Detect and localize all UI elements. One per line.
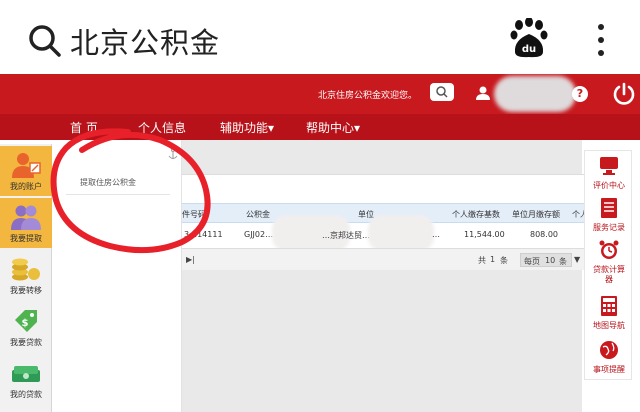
nav-tools[interactable]: 辅助功能▾	[220, 119, 274, 136]
search-bar: 北京公积金 du	[0, 0, 640, 74]
baidu-paw-icon[interactable]: du	[510, 18, 548, 58]
user-icon[interactable]	[476, 86, 490, 100]
table-cell: …	[432, 230, 440, 239]
calculator-icon	[601, 296, 617, 316]
column-header: 公积金	[246, 210, 270, 219]
pager-total-suffix: 条	[500, 256, 508, 265]
table-cell: 3…14111	[184, 230, 223, 239]
toolbar-label: 地图导航	[593, 321, 625, 330]
sidebar-item-transfer[interactable]: 我要转移	[0, 250, 52, 300]
monitor-icon	[600, 157, 618, 175]
submenu-withdraw-fund[interactable]: 提取住房公积金	[80, 177, 136, 188]
nav-home[interactable]: 首 页	[70, 119, 98, 136]
more-vertical-icon[interactable]	[592, 20, 610, 60]
nav-personal-info[interactable]: 个人信息	[138, 119, 186, 136]
sidebar-item-withdraw[interactable]: 我要提取	[0, 198, 52, 248]
account-table: 件号码 公积金 单位 个人缴存基数 单位月缴存额 个人 3…14111 GJJ0…	[182, 174, 588, 256]
sidebar-item-label: 我要贷款	[10, 338, 42, 347]
toolbar-evaluation-center[interactable]: 评价中心	[585, 155, 633, 195]
anchor-icon[interactable]	[168, 148, 178, 160]
toolbar-reminders[interactable]: 事项提醒	[585, 339, 633, 379]
main-nav: 首 页 个人信息 辅助功能▾ 帮助中心▾	[0, 114, 640, 140]
table-cell: 808.00	[530, 230, 558, 239]
sidebar-item-label: 我要提取	[10, 234, 42, 243]
sidebar-item-label: 我的账户	[10, 182, 42, 191]
toolbar-loan-calculator[interactable]: 贷款计算器	[585, 239, 633, 289]
column-header: 单位月缴存额	[512, 210, 560, 219]
toolbar-label: 贷款计算器	[593, 265, 625, 284]
toolbar-service-record[interactable]: 服务记录	[585, 197, 633, 237]
withdraw-submenu: 提取住房公积金	[52, 140, 182, 412]
page-size-unit: 条	[559, 257, 567, 266]
coins-icon	[12, 258, 40, 281]
document-list-icon	[601, 198, 617, 218]
page-size-label: 每页	[524, 257, 540, 266]
column-header: 件号码	[182, 210, 206, 219]
sidebar-item-label: 我的贷款	[10, 390, 42, 399]
toolbar-label: 事项提醒	[593, 365, 625, 374]
table-cell: GJJ02…	[244, 230, 274, 239]
users-icon	[11, 205, 41, 230]
pager-total-prefix: 共	[478, 256, 486, 265]
cash-stack-icon	[12, 366, 40, 382]
account-edit-icon	[12, 153, 41, 178]
welcome-text: 北京住房公积金欢迎您。	[318, 91, 418, 101]
table-pager: ▶| 共 1 条 每页 10 条 ▼	[182, 248, 586, 270]
table-cell: 11,544.00	[464, 230, 505, 239]
search-icon	[436, 86, 448, 98]
sidebar-item-label: 我要转移	[10, 286, 42, 295]
column-header: 个人缴存基数	[452, 210, 500, 219]
svg-text:$: $	[22, 318, 29, 329]
header-search-button[interactable]	[430, 83, 454, 101]
chevron-down-icon[interactable]: ▼	[574, 255, 580, 264]
power-icon[interactable]	[612, 82, 636, 106]
pager-total-count: 1	[490, 255, 496, 264]
page-size-select[interactable]: 每页 10 条	[520, 253, 572, 267]
main-content: 件号码 公积金 单位 个人缴存基数 单位月缴存额 个人 3…14111 GJJ0…	[182, 140, 588, 412]
right-toolbar: 评价中心 服务记录 贷款计算器 地图导航 事项提醒	[584, 150, 632, 380]
sidebar-item-my-loan[interactable]: 我的贷款	[0, 354, 52, 404]
sidebar-item-my-account[interactable]: 我的账户	[0, 146, 52, 196]
toolbar-label: 评价中心	[593, 181, 625, 190]
toolbar-label: 服务记录	[593, 223, 625, 232]
alarm-clock-icon	[599, 240, 619, 259]
redacted-cell	[368, 215, 434, 251]
left-sidebar: 我的账户 我要提取 我要转移 $ 我要贷款 我的贷款	[0, 144, 52, 412]
next-page-icon[interactable]: ▶|	[186, 255, 195, 264]
nav-help-center[interactable]: 帮助中心▾	[306, 119, 360, 136]
money-tag-icon: $	[15, 310, 37, 332]
search-query[interactable]: 北京公积金	[70, 20, 220, 62]
help-icon[interactable]: ?	[572, 86, 588, 102]
table-cell: …京邦达贸…	[322, 231, 370, 240]
redacted-username	[494, 76, 576, 112]
divider	[66, 194, 170, 195]
toolbar-map-navigation[interactable]: 地图导航	[585, 295, 633, 335]
globe-icon	[600, 341, 618, 359]
search-icon[interactable]	[28, 24, 62, 58]
page-size-value: 10	[545, 256, 556, 265]
sidebar-item-apply-loan[interactable]: $ 我要贷款	[0, 302, 52, 352]
site-header: 北京住房公积金欢迎您。 ?	[0, 74, 640, 114]
svg-text:du: du	[522, 44, 536, 55]
